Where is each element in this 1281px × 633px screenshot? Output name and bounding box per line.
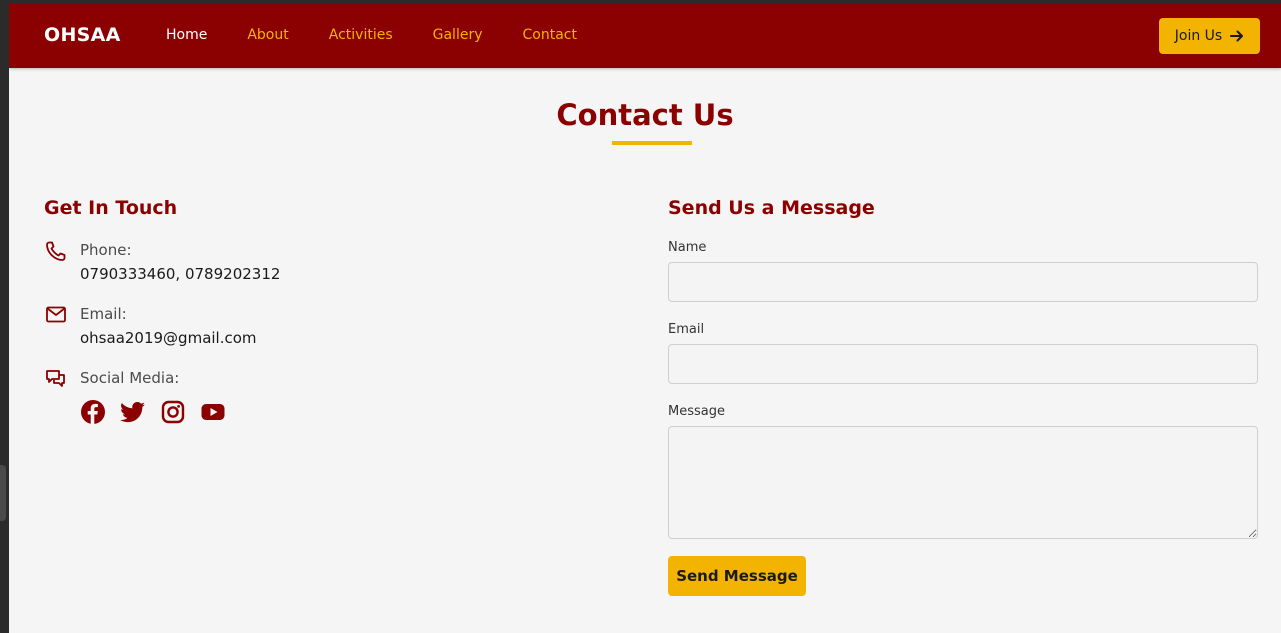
- title-underline: [612, 141, 692, 145]
- email-value[interactable]: ohsaa2019@gmail.com: [80, 327, 257, 349]
- instagram-icon[interactable]: [160, 399, 186, 425]
- nav-home[interactable]: Home: [166, 27, 207, 43]
- nav-links: Home About Activities Gallery Contact: [166, 27, 617, 43]
- page: OHSAA Home About Activities Gallery Cont…: [9, 4, 1281, 633]
- arrow-right-icon: [1230, 29, 1244, 43]
- phone-row: Phone: 0790333460, 0789202312: [44, 239, 280, 285]
- email-field-label: Email: [668, 322, 705, 337]
- page-title: Contact Us: [556, 98, 734, 132]
- name-label: Name: [668, 240, 707, 255]
- message-textarea[interactable]: [668, 426, 1258, 539]
- twitter-icon[interactable]: [120, 399, 146, 425]
- chat-bubbles-icon: [44, 367, 68, 391]
- message-label: Message: [668, 404, 725, 419]
- phone-label: Phone:: [80, 241, 132, 259]
- send-message-button[interactable]: Send Message: [668, 556, 806, 596]
- phone-value: 0790333460, 0789202312: [80, 265, 281, 283]
- name-input[interactable]: [668, 262, 1258, 302]
- email-input[interactable]: [668, 344, 1258, 384]
- nav-gallery[interactable]: Gallery: [433, 27, 483, 43]
- navbar: OHSAA Home About Activities Gallery Cont…: [9, 4, 1281, 68]
- facebook-icon[interactable]: [80, 399, 106, 425]
- social-label: Social Media:: [80, 369, 180, 387]
- brand-logo[interactable]: OHSAA: [44, 24, 121, 46]
- social-icons: [80, 399, 226, 425]
- join-us-label: Join Us: [1174, 28, 1223, 44]
- envelope-icon: [44, 303, 68, 327]
- email-label: Email:: [80, 305, 127, 323]
- phone-icon: [44, 239, 68, 263]
- social-row: Social Media:: [44, 367, 226, 425]
- youtube-icon[interactable]: [200, 399, 226, 425]
- nav-about[interactable]: About: [247, 27, 288, 43]
- get-in-touch-heading: Get In Touch: [44, 197, 178, 219]
- nav-activities[interactable]: Activities: [329, 27, 393, 43]
- window-edge-handle: [0, 465, 6, 521]
- join-us-button[interactable]: Join Us: [1159, 18, 1260, 54]
- nav-contact[interactable]: Contact: [523, 27, 577, 43]
- email-row: Email: ohsaa2019@gmail.com: [44, 303, 257, 349]
- send-message-heading: Send Us a Message: [668, 197, 875, 219]
